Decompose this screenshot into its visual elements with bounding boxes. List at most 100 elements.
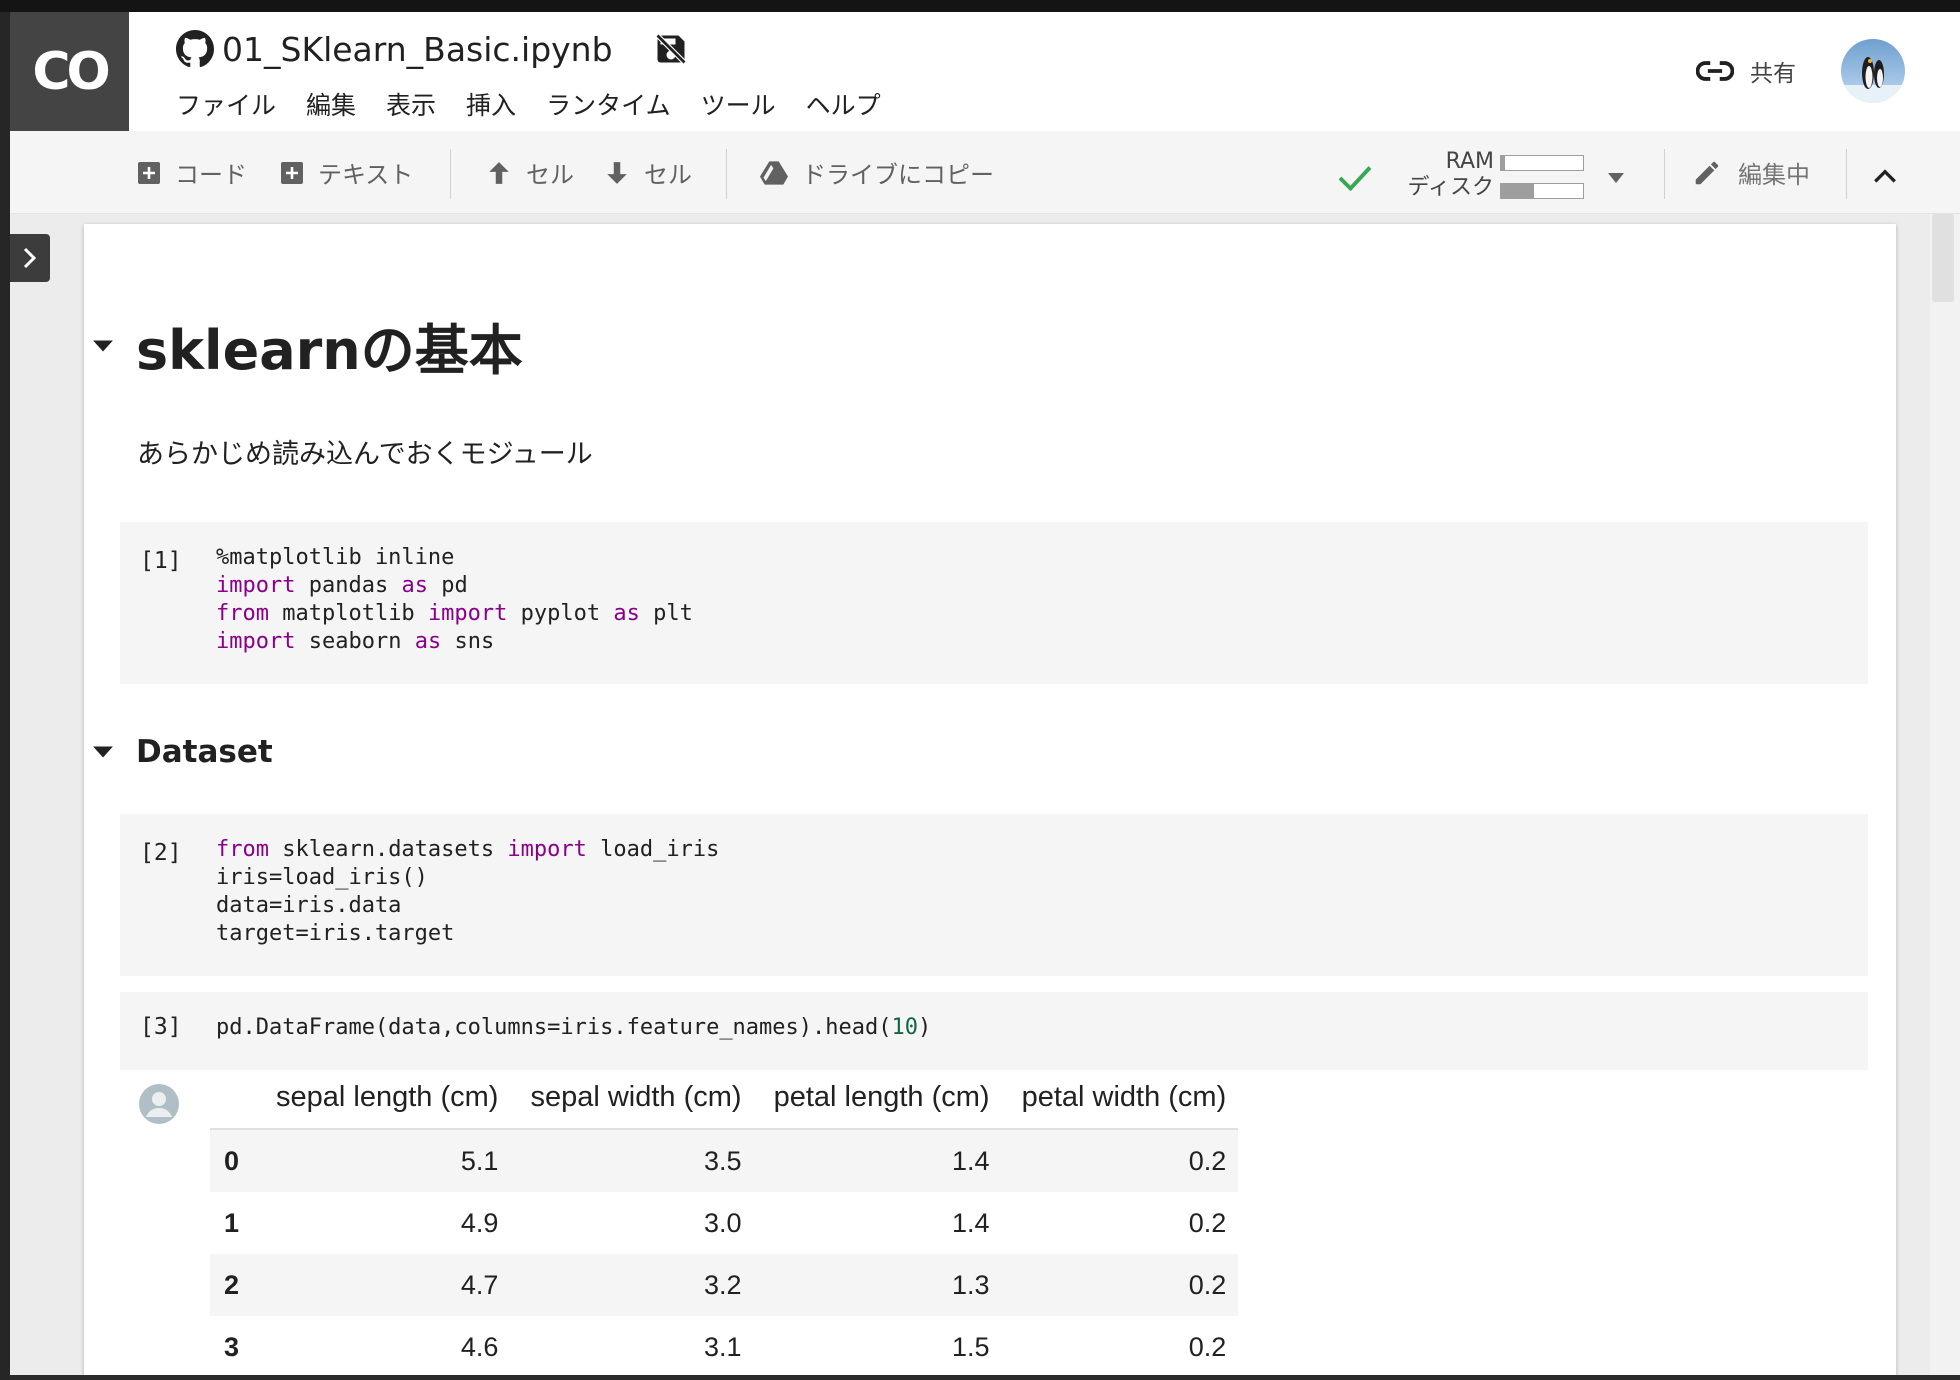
code-token: load_iris <box>586 837 720 862</box>
table-row: 2 4.7 3.2 1.3 0.2 <box>210 1254 1239 1316</box>
cell-code[interactable]: pd.DataFrame(data,columns=iris.feature_n… <box>216 1014 931 1042</box>
os-top-strip <box>0 0 1960 12</box>
heading-row: sklearnの基本 <box>84 306 523 385</box>
move-down-label: セル <box>644 161 692 189</box>
table-cell: 1.4 <box>753 1129 1002 1192</box>
table-cell: 4.7 <box>256 1254 511 1316</box>
table-row: 3 4.6 3.1 1.5 0.2 <box>210 1316 1238 1375</box>
copy-to-drive-label: ドライブにコピー <box>802 161 994 189</box>
table-cell: 0.2 <box>1188 1331 1227 1362</box>
disk-meter-fill <box>1501 184 1534 198</box>
menu-bar: ファイル 編集 表示 挿入 ランタイム ツール ヘルプ <box>176 86 911 122</box>
title-row: 01_SKlearn_Basic.ipynb <box>176 26 689 72</box>
plus-box-icon <box>281 161 303 184</box>
section-heading: Dataset <box>136 734 273 770</box>
column-header: sepal length (cm) <box>256 1066 511 1130</box>
code-token: pd <box>427 573 468 598</box>
table-row: 1 4.9 3.0 1.4 0.2 <box>210 1192 1238 1254</box>
row-index: 2 <box>210 1254 256 1316</box>
collapse-caret-icon[interactable] <box>92 339 114 353</box>
row-index: 3 <box>224 1331 240 1362</box>
row-index: 1 <box>224 1207 240 1238</box>
cell-execution-count: [2] <box>140 840 182 866</box>
scrollbar-track[interactable] <box>1930 214 1960 1375</box>
code-keyword: as <box>414 629 442 654</box>
notebook-page: sklearnの基本 あらかじめ読み込んでおくモジュール [1] %matplo… <box>84 224 1896 1375</box>
menu-view[interactable]: 表示 <box>386 86 436 122</box>
connected-check-icon <box>1338 166 1372 192</box>
column-header: sepal width (cm) <box>510 1066 754 1130</box>
move-up-label: セル <box>526 161 574 189</box>
resource-labels[interactable]: RAM ディスク <box>1386 149 1494 201</box>
toolbar-divider <box>450 149 451 199</box>
colab-logo[interactable]: CO <box>10 12 129 131</box>
code-token: %matplotlib inline <box>216 545 455 570</box>
cell-code[interactable]: %matplotlib inline import pandas as pd f… <box>216 544 693 656</box>
table-cell: 4.6 <box>460 1331 499 1362</box>
table-cell: 0.2 <box>1001 1129 1239 1192</box>
code-token: sns <box>441 629 495 654</box>
column-header: petal length (cm) <box>753 1066 1002 1130</box>
menu-help[interactable]: ヘルプ <box>806 86 881 122</box>
code-keyword: import <box>507 837 587 862</box>
code-cell-1[interactable]: [1] %matplotlib inline import pandas as … <box>120 522 1868 684</box>
menu-insert[interactable]: 挿入 <box>466 86 516 122</box>
table-header-row: sepal length (cm) sepal width (cm) petal… <box>210 1066 1239 1130</box>
add-text-button[interactable]: テキスト <box>280 155 413 190</box>
cell-code[interactable]: from sklearn.datasets import load_iris i… <box>216 836 719 948</box>
code-token: seaborn <box>295 629 415 654</box>
header: CO 01_SKlearn_Basic.ipynb ファイル 編集 表示 挿入 … <box>10 12 1960 131</box>
add-code-label: コード <box>175 161 247 189</box>
caret-down-icon[interactable] <box>1606 171 1626 185</box>
table-cell: 1.5 <box>952 1331 990 1362</box>
table-cell: 4.9 <box>460 1207 499 1238</box>
disk-meter[interactable] <box>1500 183 1584 199</box>
code-cell-3[interactable]: [3] pd.DataFrame(data,columns=iris.featu… <box>120 992 1868 1070</box>
account-avatar[interactable] <box>1841 39 1905 103</box>
move-cell-up-button[interactable]: セル <box>486 155 574 190</box>
add-code-button[interactable]: コード <box>137 155 247 190</box>
table-row: 0 5.1 3.5 1.4 0.2 <box>210 1129 1239 1192</box>
chevron-up-icon[interactable] <box>1872 165 1898 187</box>
notebook-heading: sklearnの基本 <box>136 319 523 382</box>
copy-to-drive-button[interactable]: ドライブにコピー <box>760 155 994 190</box>
code-keyword: import <box>216 573 296 598</box>
pencil-icon <box>1695 161 1719 184</box>
google-drive-icon <box>760 160 788 185</box>
table-cell: 3.2 <box>510 1254 754 1316</box>
toolbar-divider <box>726 149 727 199</box>
menu-tools[interactable]: ツール <box>701 86 776 122</box>
code-token: matplotlib <box>268 601 428 626</box>
notebook-title[interactable]: 01_SKlearn_Basic.ipynb <box>222 30 613 69</box>
menu-edit[interactable]: 編集 <box>306 86 356 122</box>
table-cell: 3.0 <box>704 1207 742 1238</box>
code-keyword: import <box>427 601 508 626</box>
intro-text: あらかじめ読み込んでおくモジュール <box>137 439 593 470</box>
scrollbar-thumb[interactable] <box>1932 214 1954 302</box>
ram-meter[interactable] <box>1500 155 1584 171</box>
table-cell: 1.4 <box>952 1207 990 1238</box>
move-cell-down-button[interactable]: セル <box>604 155 692 190</box>
plus-box-icon <box>138 161 160 184</box>
code-keyword: as <box>401 573 428 598</box>
toolbar: コード テキスト セル セル ドライブにコピー RAM ディスク 編集中 <box>10 131 1960 214</box>
code-cell-2[interactable]: [2] from sklearn.datasets import load_ir… <box>120 814 1868 976</box>
menu-runtime[interactable]: ランタイム <box>546 86 671 122</box>
menu-file[interactable]: ファイル <box>176 86 276 122</box>
share-button[interactable]: 共有 <box>1696 54 1796 88</box>
sidebar-toggle-button[interactable] <box>10 234 50 282</box>
table-cell: 3.5 <box>510 1129 754 1192</box>
disk-label: ディスク <box>1407 175 1494 200</box>
ram-meter-fill <box>1501 156 1506 170</box>
code-keyword: from <box>216 837 269 862</box>
code-token: pyplot <box>507 601 614 626</box>
background-window-edge <box>0 12 10 1380</box>
editing-mode-button[interactable]: 編集中 <box>1692 155 1810 190</box>
penguin-icon <box>1841 57 1905 103</box>
table-cell: 1.3 <box>753 1254 1002 1316</box>
column-header: petal width (cm) <box>1001 1066 1239 1130</box>
cell-execution-count: [3] <box>140 1014 182 1040</box>
collapse-caret-icon[interactable] <box>92 745 114 759</box>
github-icon[interactable] <box>176 30 214 68</box>
section-heading-row: Dataset <box>84 734 273 770</box>
